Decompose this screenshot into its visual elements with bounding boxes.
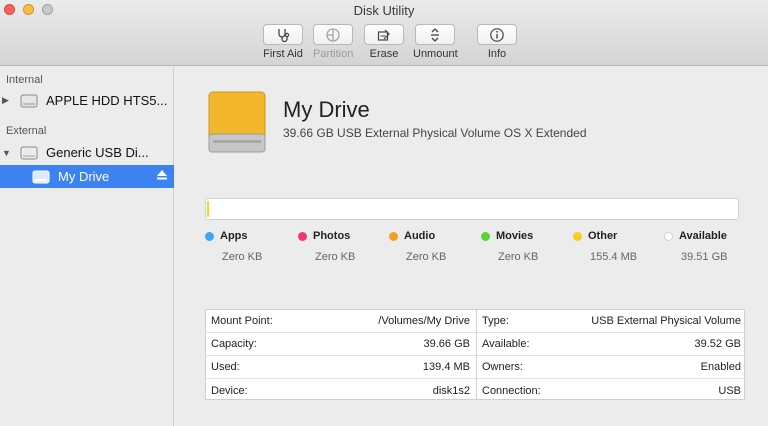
info-value: disk1s2 bbox=[432, 384, 470, 397]
legend-label: Movies bbox=[496, 230, 534, 242]
info-icon bbox=[490, 27, 504, 42]
info-label: Capacity: bbox=[211, 338, 257, 350]
legend-label: Other bbox=[588, 230, 618, 242]
info-row: Available: 39.52 GB bbox=[477, 333, 747, 356]
info-label: Available: bbox=[482, 338, 530, 350]
legend-label: Available bbox=[679, 230, 727, 242]
legend-label: Photos bbox=[313, 230, 351, 242]
storage-usage-fill bbox=[207, 201, 209, 217]
unmount-icon bbox=[431, 27, 440, 42]
legend-item-available: Available 39.51 GB bbox=[664, 230, 744, 263]
window-title: Disk Utility bbox=[353, 3, 415, 18]
info-row: Capacity: 39.66 GB bbox=[206, 333, 476, 356]
info-row: Type: USB External Physical Volume bbox=[477, 310, 747, 333]
legend-value: 155.4 MB bbox=[590, 251, 638, 263]
stethoscope-icon bbox=[278, 28, 290, 42]
legend-dot-icon bbox=[573, 231, 582, 241]
info-value: 39.66 GB bbox=[423, 338, 470, 350]
sidebar-item-internal-disk[interactable]: ▶ APPLE HDD HTS5... bbox=[0, 89, 174, 112]
first-aid-label: First Aid bbox=[263, 48, 303, 60]
legend-label: Apps bbox=[220, 230, 248, 242]
partition-label: Partition bbox=[313, 48, 354, 60]
drive-title: My Drive bbox=[283, 97, 370, 122]
info-label: Connection: bbox=[482, 384, 541, 397]
disclosure-right-icon[interactable]: ▶ bbox=[2, 95, 12, 106]
internal-section-header: Internal bbox=[6, 74, 43, 86]
legend-label: Audio bbox=[404, 230, 436, 242]
info-value: 139.4 MB bbox=[422, 361, 470, 373]
usb-drive-icon bbox=[20, 146, 38, 159]
unmount-label: Unmount bbox=[413, 48, 458, 60]
sidebar-item-label: My Drive bbox=[58, 169, 110, 184]
info-row: Used: 139.4 MB bbox=[206, 356, 476, 379]
legend-item-audio: Audio Zero KB bbox=[389, 230, 469, 263]
info-value: Enabled bbox=[700, 361, 741, 373]
info-button[interactable]: Info bbox=[477, 24, 517, 60]
info-label: Type: bbox=[482, 315, 509, 327]
info-label: Mount Point: bbox=[211, 315, 273, 327]
info-label: Device: bbox=[211, 384, 248, 397]
volume-icon bbox=[32, 170, 50, 183]
info-label: Used: bbox=[211, 361, 240, 373]
legend-dot-icon bbox=[481, 231, 490, 241]
info-value: 39.52 GB bbox=[694, 338, 741, 350]
info-column-left: Mount Point: /Volumes/My Drive Capacity: 39… bbox=[206, 310, 476, 399]
first-aid-button[interactable]: First Aid bbox=[263, 24, 303, 60]
info-label: Owners: bbox=[482, 361, 523, 373]
erase-button[interactable]: Erase bbox=[364, 24, 404, 60]
hard-drive-icon bbox=[20, 94, 38, 107]
sidebar: Internal ▶ APPLE HDD HTS5... External ▼ … bbox=[0, 67, 174, 426]
title-bar: Disk Utility First Aid Partition Erase U… bbox=[0, 0, 768, 66]
drive-large-icon bbox=[208, 91, 266, 153]
legend-value: Zero KB bbox=[498, 251, 539, 263]
storage-usage-bar bbox=[205, 198, 739, 220]
erase-icon bbox=[377, 29, 390, 41]
eject-icon[interactable] bbox=[156, 169, 168, 181]
volume-info-table: Mount Point: /Volumes/My Drive Capacity: 39… bbox=[205, 309, 747, 402]
unmount-button[interactable]: Unmount bbox=[413, 24, 458, 60]
legend-value: 39.51 GB bbox=[681, 251, 728, 263]
drive-subtitle: 39.66 GB USB External Physical Volume OS… bbox=[283, 126, 587, 140]
sidebar-item-label: APPLE HDD HTS5... bbox=[46, 93, 168, 108]
legend-dot-icon bbox=[664, 231, 673, 241]
legend-dot-icon bbox=[389, 231, 398, 241]
legend-item-movies: Movies Zero KB bbox=[481, 230, 561, 263]
legend-value: Zero KB bbox=[406, 251, 447, 263]
legend-value: Zero KB bbox=[315, 251, 356, 263]
partition-button[interactable]: Partition bbox=[313, 24, 353, 60]
external-section-header: External bbox=[6, 125, 47, 137]
info-value: USB External Physical Volume bbox=[591, 315, 741, 327]
info-row: Connection: USB bbox=[477, 379, 747, 402]
legend-item-photos: Photos Zero KB bbox=[298, 230, 378, 263]
info-value: USB bbox=[718, 384, 741, 397]
erase-label: Erase bbox=[369, 48, 399, 60]
legend-item-other: Other 155.4 MB bbox=[573, 230, 653, 263]
legend-item-apps: Apps Zero KB bbox=[205, 230, 285, 263]
disclosure-down-icon[interactable]: ▼ bbox=[2, 148, 12, 158]
info-row: Owners: Enabled bbox=[477, 356, 747, 379]
info-value: /Volumes/My Drive bbox=[378, 315, 470, 327]
info-label: Info bbox=[487, 48, 507, 60]
sidebar-item-my-drive[interactable]: My Drive bbox=[0, 165, 174, 188]
partition-icon bbox=[326, 27, 340, 42]
sidebar-item-label: Generic USB Di... bbox=[46, 145, 149, 160]
legend-dot-icon bbox=[298, 231, 307, 241]
info-row: Device: disk1s2 bbox=[206, 379, 476, 402]
legend-value: Zero KB bbox=[222, 251, 263, 263]
sidebar-item-external-disk[interactable]: ▼ Generic USB Di... bbox=[0, 141, 174, 164]
main-content: My Drive 39.66 GB USB External Physical … bbox=[175, 67, 768, 426]
legend-dot-icon bbox=[205, 231, 214, 241]
info-column-right: Type: USB External Physical Volume Availab… bbox=[476, 310, 747, 402]
info-row: Mount Point: /Volumes/My Drive bbox=[206, 310, 476, 333]
